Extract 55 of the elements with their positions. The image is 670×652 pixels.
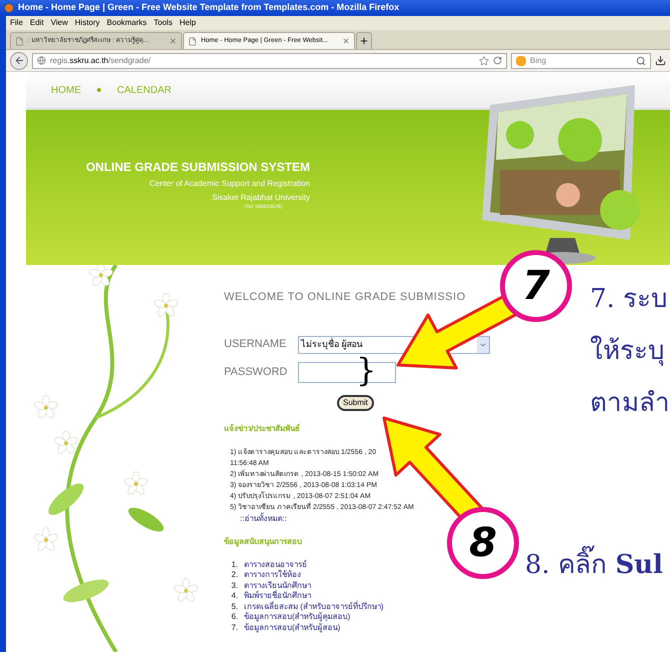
username-label: USERNAME — [224, 337, 288, 352]
support-link[interactable]: ข้อมูลการสอบ(สำหรับผู้สอน) — [244, 622, 340, 633]
download-icon[interactable] — [655, 55, 666, 66]
bullet-icon — [97, 88, 101, 92]
section-heading: แจ้งข่าว/ประชาสัมพันธ์ — [224, 422, 302, 434]
read-all-link[interactable]: ::อ่านทั้งหมด:: — [240, 512, 287, 524]
list-number: 3. — [230, 580, 238, 591]
new-tab-button[interactable] — [356, 32, 372, 49]
list-number: 2. — [230, 570, 238, 580]
globe-icon — [37, 56, 46, 65]
menu-item[interactable]: File — [10, 17, 23, 29]
menu-item[interactable]: Tools — [154, 17, 172, 29]
list-number: 7. — [230, 622, 238, 633]
page-icon — [188, 36, 197, 46]
menu-item[interactable]: Bookmarks — [106, 17, 147, 29]
address-bar[interactable]: regis.sskru.ac.th/sendgrade/ — [32, 52, 507, 68]
brace-mark: } — [356, 352, 376, 388]
support-link[interactable]: ตารางการใช้ห้อง — [244, 570, 301, 580]
support-link[interactable]: ตารางเรียนนักศึกษา — [244, 580, 311, 591]
step-instruction: ตามลำ — [590, 387, 670, 420]
search-icon[interactable] — [636, 56, 646, 66]
menu-item[interactable]: History — [74, 17, 100, 29]
close-icon[interactable] — [169, 37, 177, 45]
support-link[interactable]: ตารางสอนอาจารย์ — [244, 560, 307, 570]
menu-item[interactable]: View — [50, 17, 68, 29]
search-input[interactable]: Bing — [530, 54, 632, 66]
step-instruction: 7. ระบ — [590, 283, 670, 316]
password-label: PASSWORD — [224, 364, 288, 380]
url-text: regis.sskru.ac.th/sendgrade/ — [50, 54, 152, 66]
list-number: 1. — [230, 560, 238, 570]
support-link[interactable]: พิมพ์รายชื่อนักศึกษา — [244, 591, 311, 602]
back-button[interactable] — [10, 52, 28, 70]
submit-button[interactable]: Submit — [337, 394, 374, 410]
list-number: 5. — [230, 602, 238, 612]
welcome-heading: WELCOME TO ONLINE GRADE SUBMISSIO — [224, 290, 467, 305]
section-heading: ข้อมูลสนับสนุนการสอบ — [224, 536, 303, 548]
page-icon — [15, 36, 24, 46]
search-field[interactable]: Bing — [511, 52, 651, 68]
reload-icon[interactable] — [493, 56, 502, 65]
menu-item[interactable]: Help — [179, 17, 196, 29]
support-link[interactable]: เกรดเฉลี่ยสะสม (สำหรับอาจารย์ที่ปรึกษา) — [244, 602, 384, 612]
list-number: 4. — [230, 591, 238, 602]
step-instruction: 8. คลิ๊ก Sul — [525, 548, 663, 582]
menu-item[interactable]: Edit — [30, 17, 44, 29]
list-number: 6. — [230, 612, 238, 622]
close-icon[interactable] — [342, 37, 350, 45]
banner-title: ONLINE GRADE SUBMISSION SYSTEM — [86, 159, 310, 176]
step-instruction: ให้ระบุ — [590, 334, 666, 368]
banner-subtitle: Sisaket Rajabhat University — [212, 192, 310, 204]
back-arrow-icon — [14, 55, 24, 66]
window-title: Home - Home Page | Green - Free Website Template from Templates.com - Mozilla Firefox — [18, 1, 400, 14]
star-icon[interactable] — [479, 56, 489, 66]
support-link[interactable]: ข้อมูลการสอบ(สำหรับผู้คุมสอบ) — [244, 612, 350, 622]
plus-icon — [359, 36, 369, 46]
banner-subtitle: Center of Academic Support and Registration — [149, 178, 310, 190]
